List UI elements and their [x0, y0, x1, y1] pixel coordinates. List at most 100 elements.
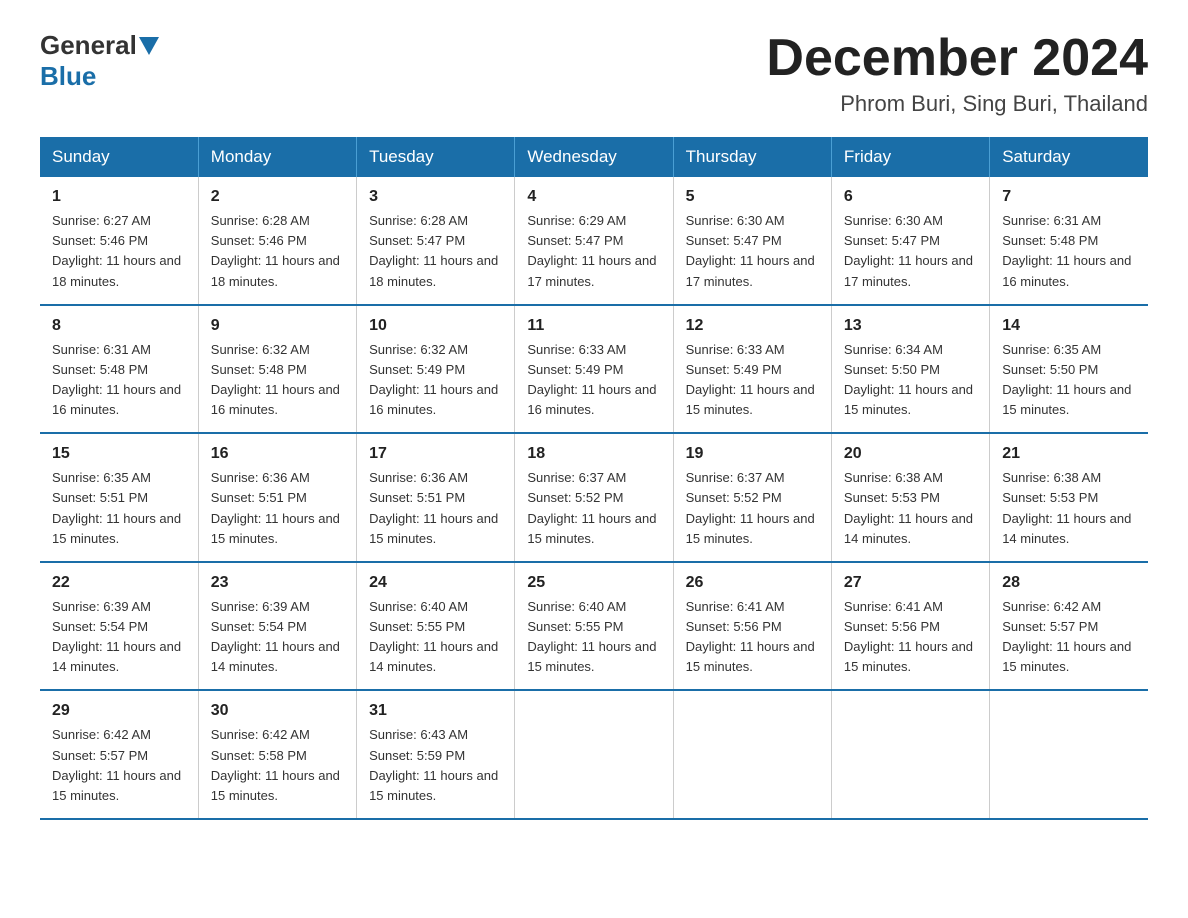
day-number: 11 [527, 314, 660, 338]
calendar-cell [990, 690, 1148, 819]
weekday-header-sunday: Sunday [40, 137, 198, 177]
weekday-header-friday: Friday [831, 137, 989, 177]
calendar-cell: 25Sunrise: 6:40 AMSunset: 5:55 PMDayligh… [515, 562, 673, 691]
day-number: 18 [527, 442, 660, 466]
calendar-cell: 9Sunrise: 6:32 AMSunset: 5:48 PMDaylight… [198, 305, 356, 434]
calendar-cell [831, 690, 989, 819]
day-number: 21 [1002, 442, 1136, 466]
calendar-cell: 24Sunrise: 6:40 AMSunset: 5:55 PMDayligh… [357, 562, 515, 691]
weekday-header-wednesday: Wednesday [515, 137, 673, 177]
day-info: Sunrise: 6:37 AMSunset: 5:52 PMDaylight:… [686, 468, 819, 549]
day-info: Sunrise: 6:30 AMSunset: 5:47 PMDaylight:… [686, 211, 819, 292]
calendar-cell [673, 690, 831, 819]
day-number: 12 [686, 314, 819, 338]
calendar-cell: 13Sunrise: 6:34 AMSunset: 5:50 PMDayligh… [831, 305, 989, 434]
day-info: Sunrise: 6:30 AMSunset: 5:47 PMDaylight:… [844, 211, 977, 292]
calendar-cell: 11Sunrise: 6:33 AMSunset: 5:49 PMDayligh… [515, 305, 673, 434]
calendar-cell: 18Sunrise: 6:37 AMSunset: 5:52 PMDayligh… [515, 433, 673, 562]
day-info: Sunrise: 6:40 AMSunset: 5:55 PMDaylight:… [369, 597, 502, 678]
day-info: Sunrise: 6:32 AMSunset: 5:49 PMDaylight:… [369, 340, 502, 421]
calendar-cell: 14Sunrise: 6:35 AMSunset: 5:50 PMDayligh… [990, 305, 1148, 434]
day-number: 10 [369, 314, 502, 338]
day-number: 19 [686, 442, 819, 466]
weekday-header-saturday: Saturday [990, 137, 1148, 177]
weekday-header-monday: Monday [198, 137, 356, 177]
calendar-cell: 28Sunrise: 6:42 AMSunset: 5:57 PMDayligh… [990, 562, 1148, 691]
calendar-week-row: 8Sunrise: 6:31 AMSunset: 5:48 PMDaylight… [40, 305, 1148, 434]
location-subtitle: Phrom Buri, Sing Buri, Thailand [766, 91, 1148, 117]
day-info: Sunrise: 6:38 AMSunset: 5:53 PMDaylight:… [844, 468, 977, 549]
calendar-cell: 12Sunrise: 6:33 AMSunset: 5:49 PMDayligh… [673, 305, 831, 434]
day-info: Sunrise: 6:41 AMSunset: 5:56 PMDaylight:… [844, 597, 977, 678]
calendar-cell: 8Sunrise: 6:31 AMSunset: 5:48 PMDaylight… [40, 305, 198, 434]
day-number: 2 [211, 185, 344, 209]
day-info: Sunrise: 6:39 AMSunset: 5:54 PMDaylight:… [211, 597, 344, 678]
day-number: 6 [844, 185, 977, 209]
calendar-cell: 5Sunrise: 6:30 AMSunset: 5:47 PMDaylight… [673, 177, 831, 305]
calendar-cell: 19Sunrise: 6:37 AMSunset: 5:52 PMDayligh… [673, 433, 831, 562]
logo-general-text: General [40, 30, 137, 61]
day-number: 24 [369, 571, 502, 595]
calendar-cell: 27Sunrise: 6:41 AMSunset: 5:56 PMDayligh… [831, 562, 989, 691]
day-number: 22 [52, 571, 186, 595]
logo-triangle-icon [139, 37, 159, 55]
calendar-cell: 22Sunrise: 6:39 AMSunset: 5:54 PMDayligh… [40, 562, 198, 691]
day-info: Sunrise: 6:27 AMSunset: 5:46 PMDaylight:… [52, 211, 186, 292]
day-info: Sunrise: 6:40 AMSunset: 5:55 PMDaylight:… [527, 597, 660, 678]
logo: General Blue [40, 30, 161, 92]
day-info: Sunrise: 6:32 AMSunset: 5:48 PMDaylight:… [211, 340, 344, 421]
day-info: Sunrise: 6:31 AMSunset: 5:48 PMDaylight:… [1002, 211, 1136, 292]
day-number: 3 [369, 185, 502, 209]
day-info: Sunrise: 6:36 AMSunset: 5:51 PMDaylight:… [369, 468, 502, 549]
day-number: 20 [844, 442, 977, 466]
calendar-table: SundayMondayTuesdayWednesdayThursdayFrid… [40, 137, 1148, 820]
page-header: General Blue December 2024 Phrom Buri, S… [40, 30, 1148, 117]
day-info: Sunrise: 6:36 AMSunset: 5:51 PMDaylight:… [211, 468, 344, 549]
day-info: Sunrise: 6:42 AMSunset: 5:57 PMDaylight:… [52, 725, 186, 806]
day-info: Sunrise: 6:28 AMSunset: 5:47 PMDaylight:… [369, 211, 502, 292]
day-info: Sunrise: 6:38 AMSunset: 5:53 PMDaylight:… [1002, 468, 1136, 549]
calendar-cell: 2Sunrise: 6:28 AMSunset: 5:46 PMDaylight… [198, 177, 356, 305]
day-info: Sunrise: 6:37 AMSunset: 5:52 PMDaylight:… [527, 468, 660, 549]
day-number: 31 [369, 699, 502, 723]
day-number: 8 [52, 314, 186, 338]
day-info: Sunrise: 6:28 AMSunset: 5:46 PMDaylight:… [211, 211, 344, 292]
calendar-cell: 4Sunrise: 6:29 AMSunset: 5:47 PMDaylight… [515, 177, 673, 305]
day-number: 4 [527, 185, 660, 209]
calendar-cell [515, 690, 673, 819]
calendar-cell: 6Sunrise: 6:30 AMSunset: 5:47 PMDaylight… [831, 177, 989, 305]
day-info: Sunrise: 6:42 AMSunset: 5:58 PMDaylight:… [211, 725, 344, 806]
weekday-header-tuesday: Tuesday [357, 137, 515, 177]
calendar-cell: 23Sunrise: 6:39 AMSunset: 5:54 PMDayligh… [198, 562, 356, 691]
day-number: 5 [686, 185, 819, 209]
day-info: Sunrise: 6:34 AMSunset: 5:50 PMDaylight:… [844, 340, 977, 421]
day-number: 7 [1002, 185, 1136, 209]
day-number: 15 [52, 442, 186, 466]
weekday-header-thursday: Thursday [673, 137, 831, 177]
day-number: 26 [686, 571, 819, 595]
day-number: 30 [211, 699, 344, 723]
day-info: Sunrise: 6:43 AMSunset: 5:59 PMDaylight:… [369, 725, 502, 806]
day-number: 13 [844, 314, 977, 338]
day-number: 9 [211, 314, 344, 338]
day-info: Sunrise: 6:33 AMSunset: 5:49 PMDaylight:… [686, 340, 819, 421]
day-info: Sunrise: 6:41 AMSunset: 5:56 PMDaylight:… [686, 597, 819, 678]
calendar-cell: 21Sunrise: 6:38 AMSunset: 5:53 PMDayligh… [990, 433, 1148, 562]
day-info: Sunrise: 6:35 AMSunset: 5:50 PMDaylight:… [1002, 340, 1136, 421]
calendar-cell: 15Sunrise: 6:35 AMSunset: 5:51 PMDayligh… [40, 433, 198, 562]
day-number: 23 [211, 571, 344, 595]
calendar-cell: 20Sunrise: 6:38 AMSunset: 5:53 PMDayligh… [831, 433, 989, 562]
calendar-week-row: 15Sunrise: 6:35 AMSunset: 5:51 PMDayligh… [40, 433, 1148, 562]
calendar-week-row: 1Sunrise: 6:27 AMSunset: 5:46 PMDaylight… [40, 177, 1148, 305]
day-number: 14 [1002, 314, 1136, 338]
day-number: 1 [52, 185, 186, 209]
day-info: Sunrise: 6:42 AMSunset: 5:57 PMDaylight:… [1002, 597, 1136, 678]
calendar-cell: 1Sunrise: 6:27 AMSunset: 5:46 PMDaylight… [40, 177, 198, 305]
calendar-week-row: 22Sunrise: 6:39 AMSunset: 5:54 PMDayligh… [40, 562, 1148, 691]
day-info: Sunrise: 6:39 AMSunset: 5:54 PMDaylight:… [52, 597, 186, 678]
calendar-cell: 7Sunrise: 6:31 AMSunset: 5:48 PMDaylight… [990, 177, 1148, 305]
calendar-cell: 17Sunrise: 6:36 AMSunset: 5:51 PMDayligh… [357, 433, 515, 562]
day-info: Sunrise: 6:31 AMSunset: 5:48 PMDaylight:… [52, 340, 186, 421]
calendar-cell: 31Sunrise: 6:43 AMSunset: 5:59 PMDayligh… [357, 690, 515, 819]
day-number: 29 [52, 699, 186, 723]
